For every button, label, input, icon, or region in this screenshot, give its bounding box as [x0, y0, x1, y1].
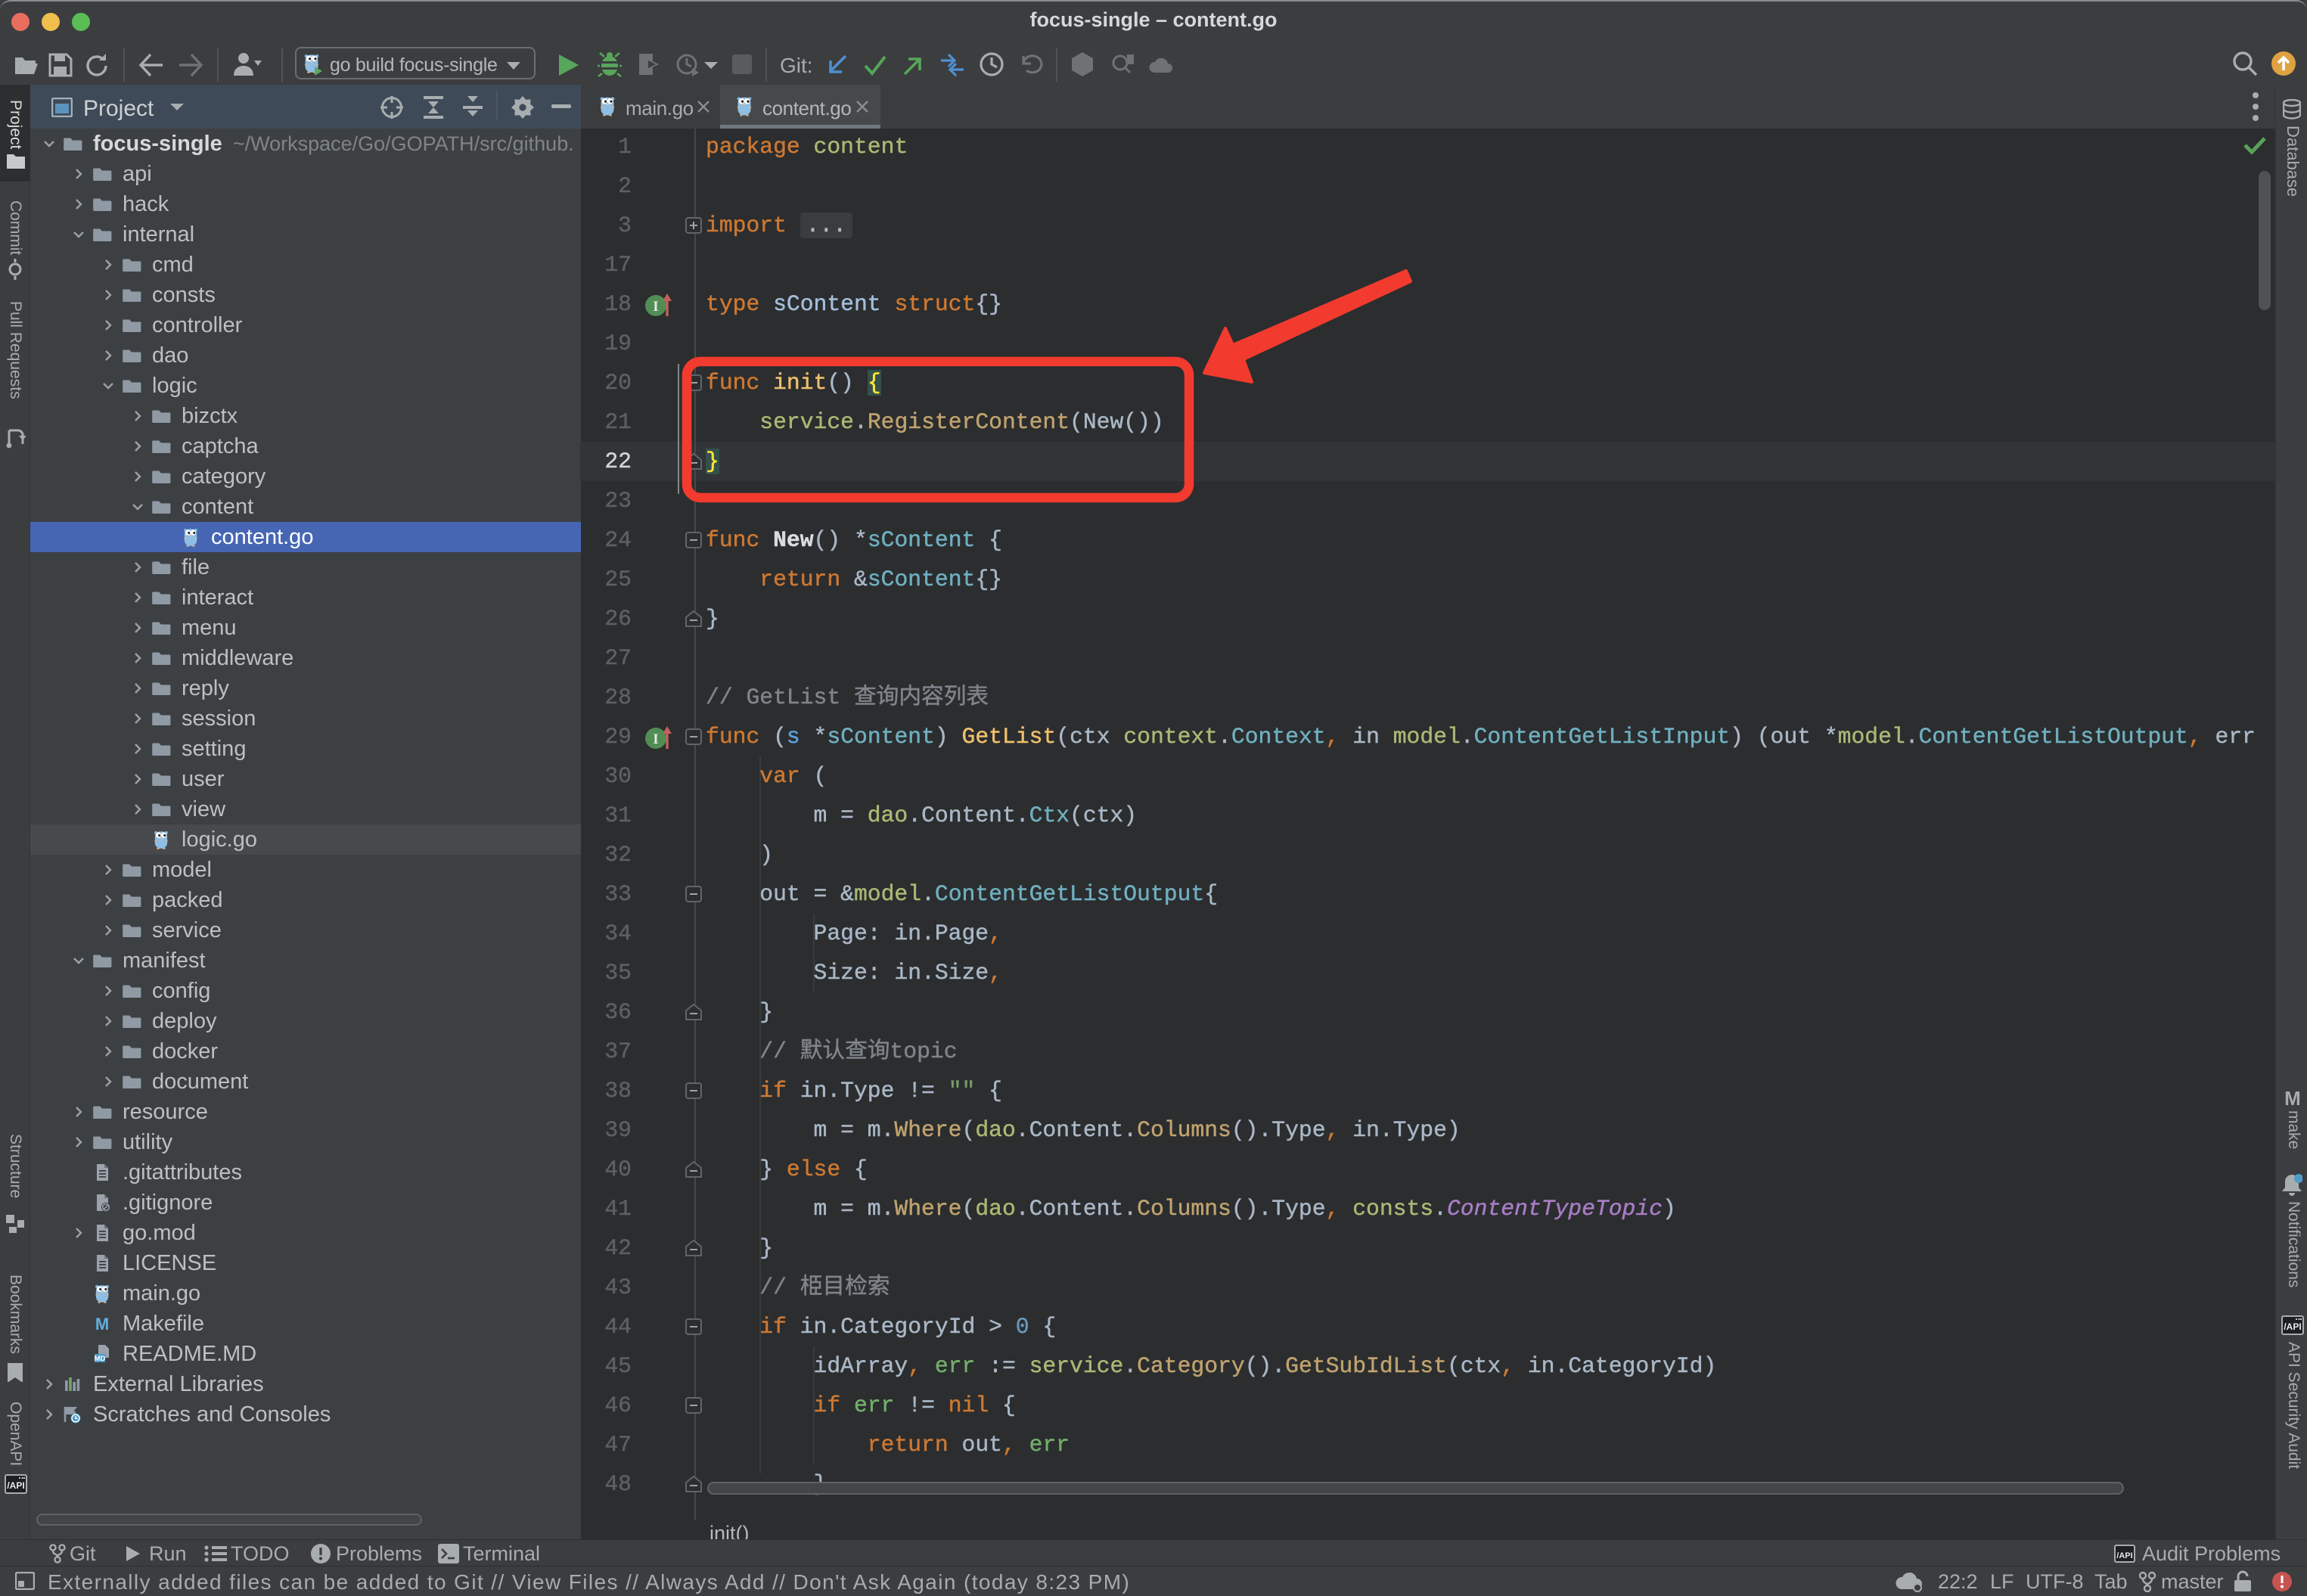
svg-text:/API: /API [2116, 1551, 2132, 1560]
svg-text:M: M [95, 1315, 109, 1334]
svg-text:I: I [653, 299, 658, 315]
svg-text:MD: MD [95, 1355, 106, 1363]
svg-text:I: I [653, 731, 658, 747]
svg-text:/API: /API [2284, 1321, 2301, 1332]
svg-text:/API: /API [7, 1480, 24, 1491]
